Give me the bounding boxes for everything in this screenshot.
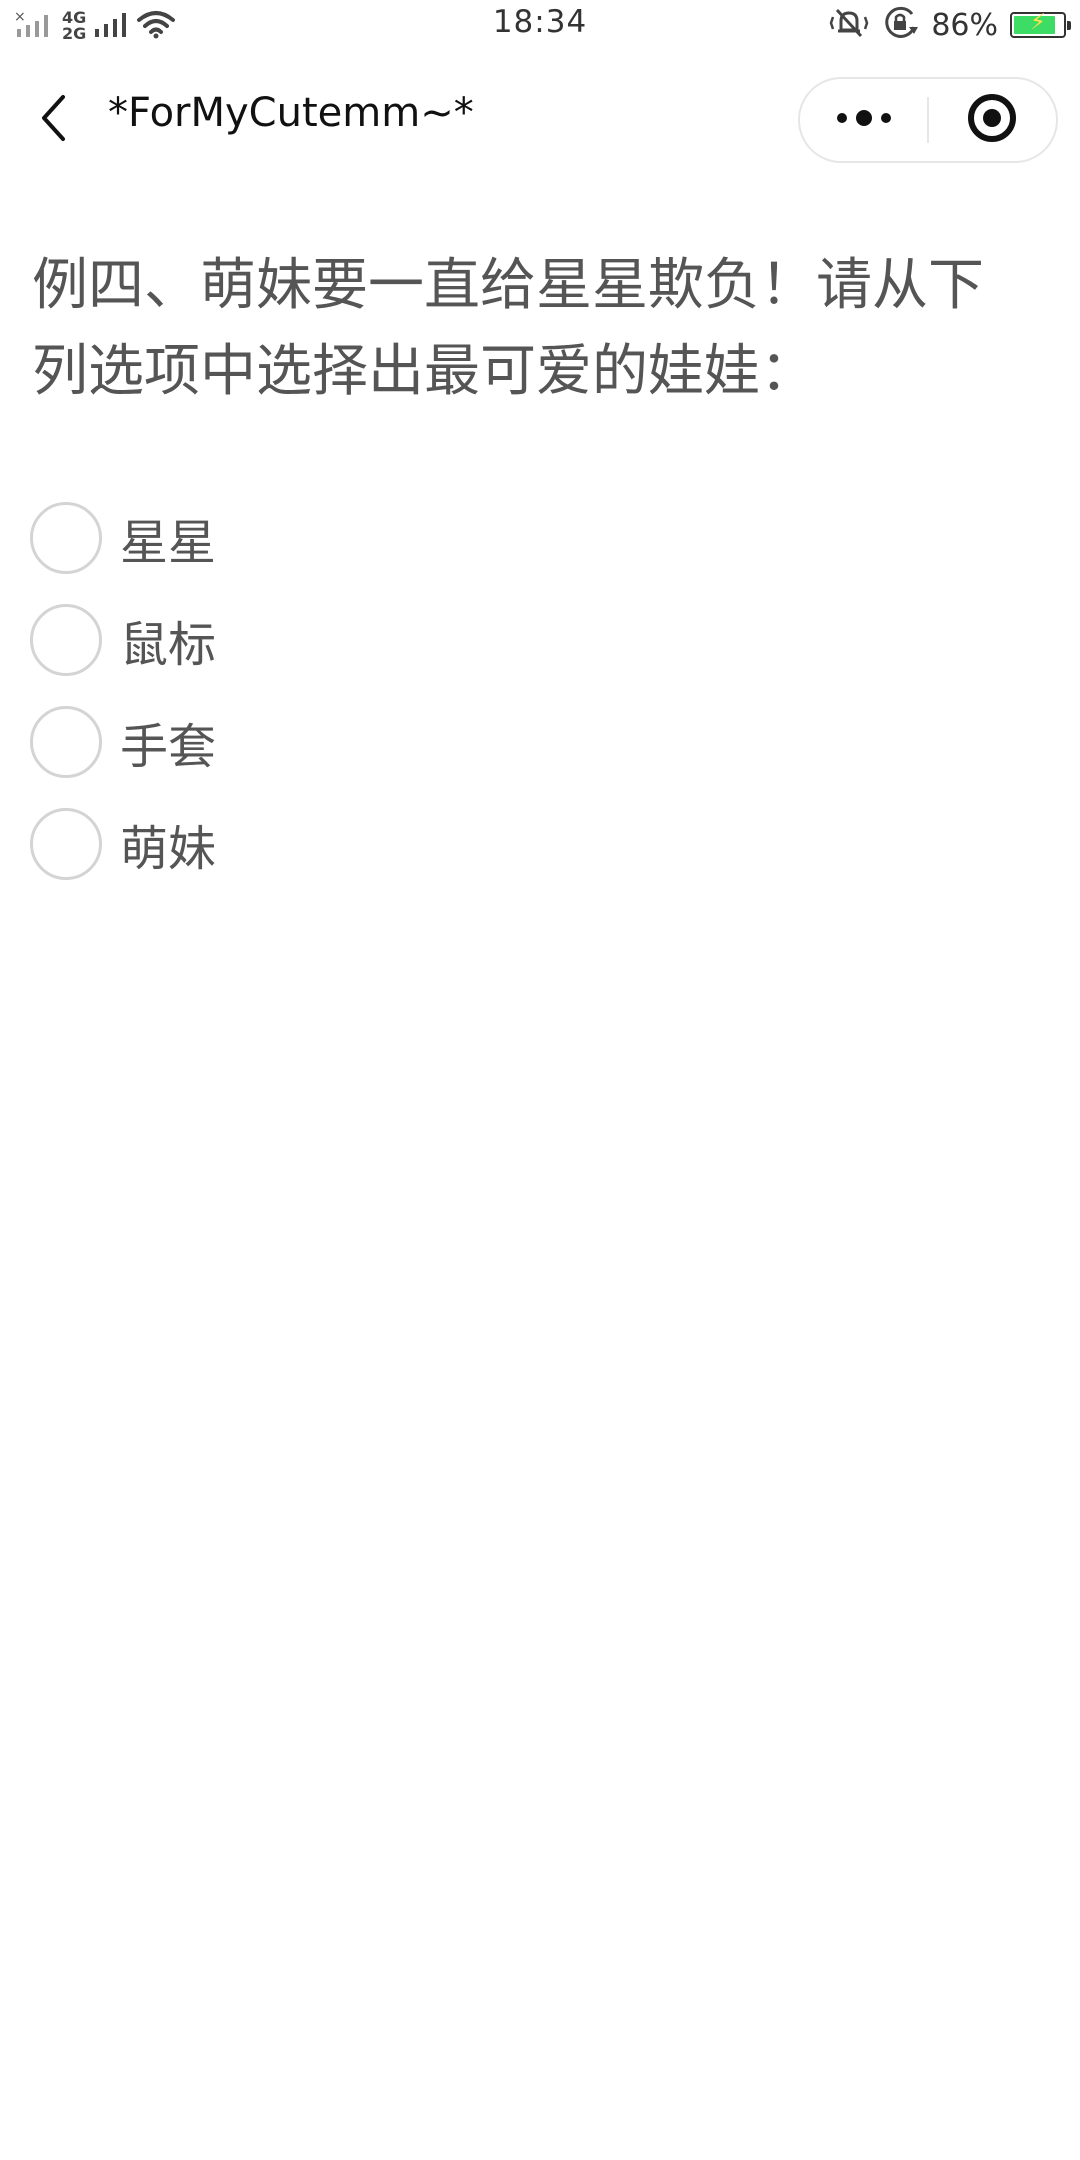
option-item[interactable]: 手套 [30, 706, 730, 778]
page-title: *ForMyCutemm~* [108, 90, 474, 136]
lightning-icon: ⚡ [1030, 10, 1046, 35]
more-button[interactable] [800, 79, 927, 161]
option-item[interactable]: 鼠标 [30, 604, 730, 676]
radio-button[interactable] [30, 808, 102, 880]
radio-button[interactable] [30, 604, 102, 676]
nav-bar: *ForMyCutemm~* [0, 60, 1080, 180]
back-arrow-icon [39, 93, 69, 147]
option-item[interactable]: 星星 [30, 502, 730, 574]
option-list: 星星 鼠标 手套 萌妹 [30, 502, 730, 910]
battery-charging-icon: ⚡ [1010, 10, 1071, 38]
option-label: 手套 [120, 719, 217, 775]
back-button[interactable] [26, 88, 82, 152]
vibrate-icon [829, 6, 869, 44]
option-label: 鼠标 [120, 617, 217, 673]
radio-button[interactable] [30, 706, 102, 778]
option-label: 星星 [120, 515, 217, 571]
question-text: 例四、萌妹要一直给星星欺负！请从下列选项中选择出最可爱的娃娃： [32, 253, 984, 404]
option-item[interactable]: 萌妹 [30, 808, 730, 880]
close-target-icon [966, 92, 1018, 148]
option-label: 萌妹 [120, 821, 217, 877]
capsule-menu [798, 77, 1058, 163]
close-button[interactable] [929, 79, 1056, 161]
rotation-lock-icon [881, 5, 919, 45]
battery-percent: 86% [931, 7, 998, 43]
battery-cap [1067, 21, 1071, 30]
more-dots-icon [836, 108, 892, 132]
status-bar: × 4G 2G 18:34 86% ⚡ [0, 0, 1080, 50]
radio-button[interactable] [30, 502, 102, 574]
status-bar-right: 86% ⚡ [829, 5, 1071, 45]
